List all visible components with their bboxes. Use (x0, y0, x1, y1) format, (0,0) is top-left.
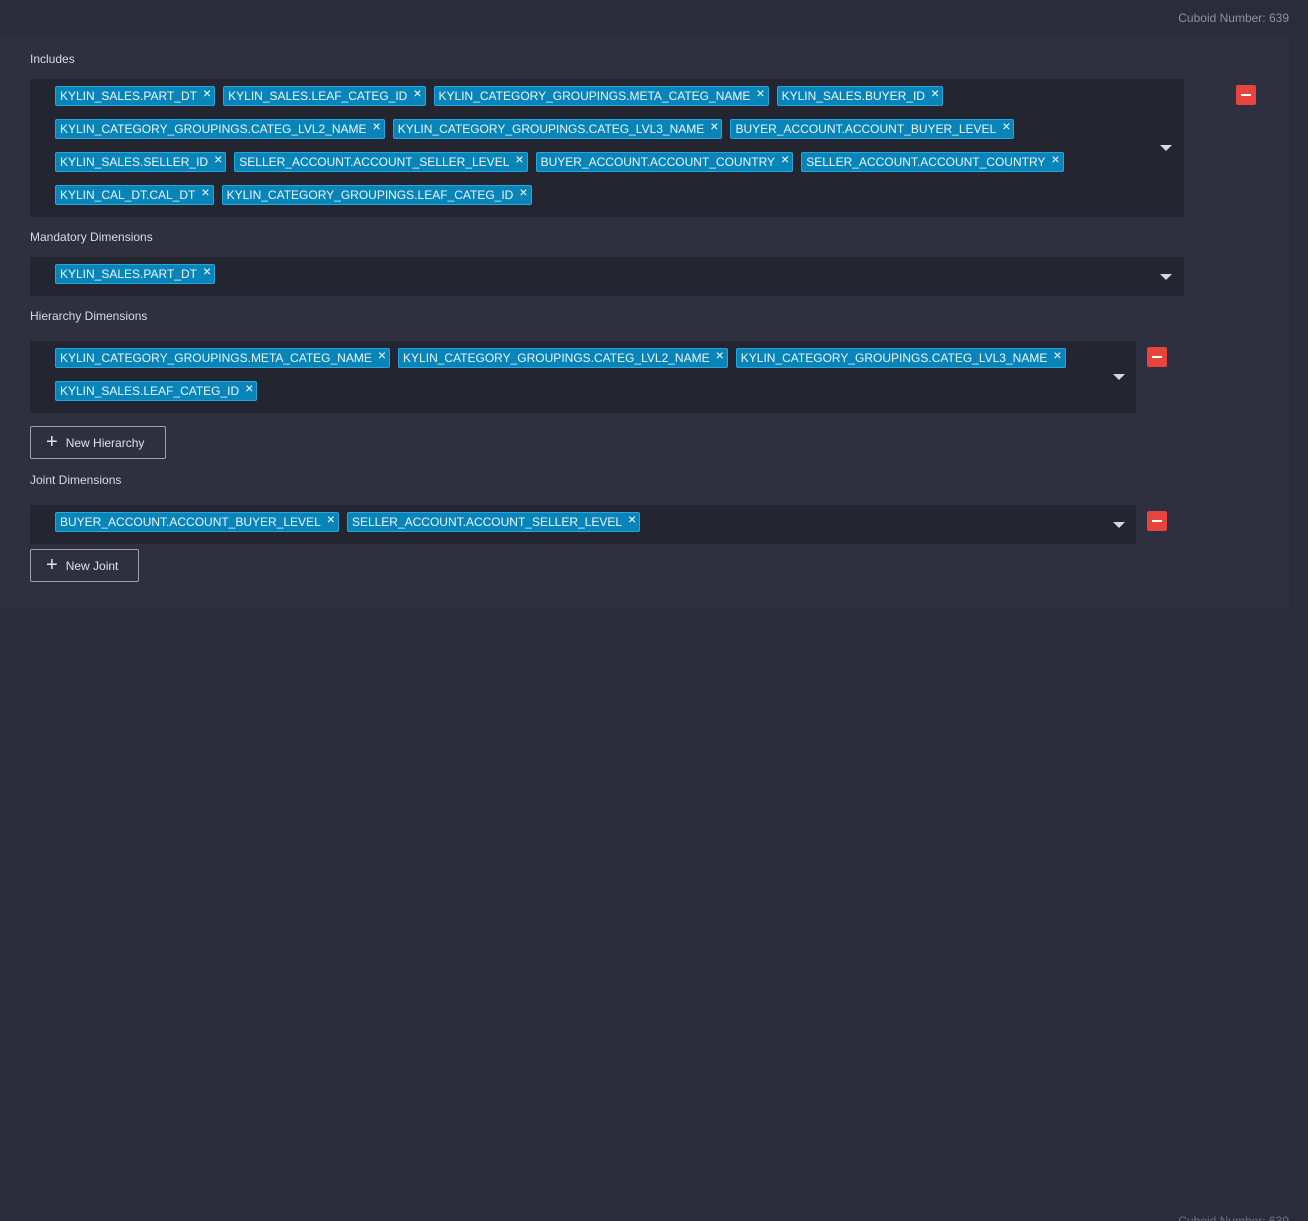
hierarchy-select[interactable]: KYLIN_CATEGORY_GROUPINGS.META_CATEG_NAME… (30, 341, 1136, 413)
dimension-tag: KYLIN_CATEGORY_GROUPINGS.CATEG_LVL2_NAME… (55, 119, 385, 139)
dimension-tag: KYLIN_CATEGORY_GROUPINGS.CATEG_LVL2_NAME… (398, 348, 728, 368)
top-bar: Cuboid Number: 639 (0, 0, 1308, 34)
close-icon[interactable]: × (214, 152, 222, 166)
close-icon[interactable]: × (1051, 152, 1059, 166)
dimension-tag-label: KYLIN_SALES.PART_DT (60, 267, 197, 281)
dimension-tag-label: BUYER_ACCOUNT.ACCOUNT_BUYER_LEVEL (735, 122, 997, 136)
caret-down-icon[interactable] (1160, 145, 1172, 151)
close-icon[interactable]: × (201, 185, 209, 199)
cuboid-number-next: Cuboid Number: 639 (1178, 1215, 1289, 1221)
aggregation-group-panel: Includes KYLIN_SALES.PART_DT × KYLIN_SALES… (0, 34, 1289, 607)
close-icon[interactable]: × (203, 86, 211, 100)
bottom-band: Cuboid Number: 639 (0, 607, 1308, 1221)
dimension-tag: KYLIN_SALES.SELLER_ID × (55, 152, 227, 172)
close-icon[interactable]: × (710, 119, 718, 133)
close-icon[interactable]: × (327, 512, 335, 526)
remove-joint-button[interactable] (1147, 511, 1167, 531)
caret-down-icon[interactable] (1113, 374, 1125, 380)
joint-label: Joint Dimensions (30, 473, 122, 487)
plus-icon: + (46, 553, 58, 576)
dimension-tag-label: KYLIN_CATEGORY_GROUPINGS.CATEG_LVL3_NAME (397, 122, 705, 136)
close-icon[interactable]: × (1053, 348, 1061, 362)
close-icon[interactable]: × (515, 152, 523, 166)
close-icon[interactable]: × (203, 264, 211, 278)
dimension-tag-label: KYLIN_CAL_DT.CAL_DT (60, 188, 196, 202)
close-icon[interactable]: × (628, 512, 636, 526)
joint-tag-list: BUYER_ACCOUNT.ACCOUNT_BUYER_LEVEL × SELLER… (55, 512, 1115, 545)
close-icon[interactable]: × (413, 86, 421, 100)
hierarchy-label: Hierarchy Dimensions (30, 309, 148, 323)
dimension-tag: SELLER_ACCOUNT.ACCOUNT_SELLER_LEVEL × (234, 152, 528, 172)
dimension-tag: KYLIN_CATEGORY_GROUPINGS.CATEG_LVL3_NAME… (735, 348, 1066, 368)
close-icon[interactable]: × (378, 348, 386, 362)
dimension-tag: SELLER_ACCOUNT.ACCOUNT_COUNTRY × (801, 152, 1064, 172)
dimension-tag: KYLIN_SALES.LEAF_CATEG_ID × (223, 86, 426, 106)
mandatory-tag-list: KYLIN_SALES.PART_DT × (55, 264, 1155, 297)
dimension-tag: SELLER_ACCOUNT.ACCOUNT_SELLER_LEVEL × (346, 512, 641, 532)
dimension-tag-label: BUYER_ACCOUNT.ACCOUNT_BUYER_LEVEL (60, 515, 321, 529)
caret-down-icon[interactable] (1160, 274, 1172, 280)
includes-select[interactable]: KYLIN_SALES.PART_DT × KYLIN_SALES.LEAF_CAT… (30, 79, 1184, 217)
new-hierarchy-button[interactable]: + New Hierarchy (30, 426, 166, 459)
dimension-tag-label: KYLIN_SALES.LEAF_CATEG_ID (228, 89, 408, 103)
close-icon[interactable]: × (245, 381, 253, 395)
close-icon[interactable]: × (519, 185, 527, 199)
right-strip (1289, 34, 1308, 614)
dimension-tag: KYLIN_SALES.PART_DT × (55, 86, 216, 106)
dimension-tag-label: KYLIN_CATEGORY_GROUPINGS.LEAF_CATEG_ID (226, 188, 514, 202)
dimension-tag-label: SELLER_ACCOUNT.ACCOUNT_COUNTRY (806, 155, 1046, 169)
new-joint-label: New Joint (65, 558, 119, 573)
dimension-tag-label: KYLIN_SALES.BUYER_ID (781, 89, 925, 103)
close-icon[interactable]: × (931, 86, 939, 100)
dimension-tag-label: KYLIN_SALES.LEAF_CATEG_ID (60, 384, 240, 398)
dimension-tag: KYLIN_CATEGORY_GROUPINGS.LEAF_CATEG_ID × (221, 185, 532, 205)
dimension-tag-label: KYLIN_CATEGORY_GROUPINGS.CATEG_LVL2_NAME (403, 351, 710, 365)
dimension-tag: KYLIN_CAL_DT.CAL_DT × (55, 185, 214, 205)
dimension-tag-label: KYLIN_CATEGORY_GROUPINGS.META_CATEG_NAME (438, 89, 751, 103)
dimension-tag-label: SELLER_ACCOUNT.ACCOUNT_SELLER_LEVEL (239, 155, 510, 169)
dimension-tag: KYLIN_CATEGORY_GROUPINGS.CATEG_LVL3_NAME… (392, 119, 723, 139)
dimension-tag-label: KYLIN_CATEGORY_GROUPINGS.CATEG_LVL2_NAME (60, 122, 367, 136)
new-joint-button[interactable]: + New Joint (30, 549, 139, 582)
hierarchy-tag-list: KYLIN_CATEGORY_GROUPINGS.META_CATEG_NAME… (55, 348, 1115, 414)
dimension-tag: BUYER_ACCOUNT.ACCOUNT_COUNTRY × (535, 152, 794, 172)
new-hierarchy-label: New Hierarchy (65, 435, 145, 450)
close-icon[interactable]: × (781, 152, 789, 166)
dimension-tag: KYLIN_SALES.PART_DT × (55, 264, 216, 284)
remove-hierarchy-button[interactable] (1147, 347, 1167, 367)
close-icon[interactable]: × (716, 348, 724, 362)
dimension-tag-label: KYLIN_SALES.PART_DT (60, 89, 197, 103)
dimension-tag: KYLIN_SALES.BUYER_ID × (776, 86, 944, 106)
includes-tag-list: KYLIN_SALES.PART_DT × KYLIN_SALES.LEAF_CAT… (55, 86, 1155, 218)
includes-label: Includes (30, 52, 75, 66)
remove-aggregation-group-button[interactable] (1236, 85, 1256, 105)
joint-select[interactable]: BUYER_ACCOUNT.ACCOUNT_BUYER_LEVEL × SELLER… (30, 505, 1136, 544)
dimension-tag: KYLIN_CATEGORY_GROUPINGS.META_CATEG_NAME… (55, 348, 391, 368)
dimension-tag: BUYER_ACCOUNT.ACCOUNT_BUYER_LEVEL × (730, 119, 1015, 139)
dimension-tag-label: KYLIN_SALES.SELLER_ID (60, 155, 209, 169)
cuboid-number: Cuboid Number: 639 (1178, 11, 1289, 25)
dimension-tag-label: BUYER_ACCOUNT.ACCOUNT_COUNTRY (540, 155, 776, 169)
close-icon[interactable]: × (1002, 119, 1010, 133)
caret-down-icon[interactable] (1113, 522, 1125, 528)
mandatory-select[interactable]: KYLIN_SALES.PART_DT × (30, 257, 1184, 296)
dimension-tag-label: KYLIN_CATEGORY_GROUPINGS.META_CATEG_NAME (60, 351, 372, 365)
close-icon[interactable]: × (756, 86, 764, 100)
close-icon[interactable]: × (373, 119, 381, 133)
dimension-tag: KYLIN_CATEGORY_GROUPINGS.META_CATEG_NAME… (433, 86, 769, 106)
dimension-tag: KYLIN_SALES.LEAF_CATEG_ID × (55, 381, 258, 401)
dimension-tag-label: KYLIN_CATEGORY_GROUPINGS.CATEG_LVL3_NAME (740, 351, 1048, 365)
dimension-tag-label: SELLER_ACCOUNT.ACCOUNT_SELLER_LEVEL (351, 515, 623, 529)
mandatory-label: Mandatory Dimensions (30, 230, 153, 244)
dimension-tag: BUYER_ACCOUNT.ACCOUNT_BUYER_LEVEL × (55, 512, 339, 532)
plus-icon: + (46, 430, 58, 453)
